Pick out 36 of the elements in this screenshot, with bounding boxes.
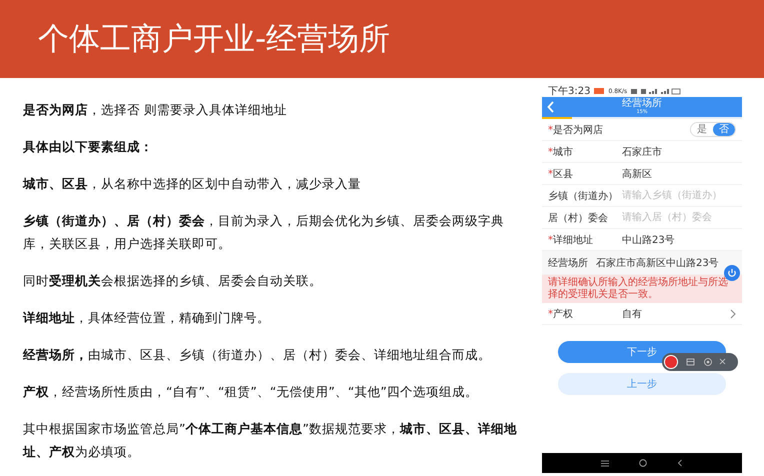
chevron-right-icon <box>730 308 736 318</box>
back-button[interactable]: 上一步 <box>558 373 726 395</box>
field-label: *详细地址 <box>548 234 594 246</box>
field-label: 居（村）委会 <box>548 212 609 224</box>
paragraph: 是否为网店，选择否 则需要录入具体详细地址 <box>23 101 288 119</box>
field-value: 中山路23号 <box>622 234 676 246</box>
paragraph: 详细地址，具体经营位置，精确到门牌号。 <box>23 309 271 327</box>
paragraph: 其中根据国家市场监管总局”个体工商户基本信息”数据规范要求，城市、区县、详细地址、产权为必填项。 <box>23 420 518 461</box>
slide-title: 个体工商户开业-经营场所 <box>38 20 390 59</box>
signal-icons <box>631 88 682 94</box>
paragraph: 城市、区县，从名称中选择的区划中自动带入，减少录入量 <box>23 175 362 193</box>
input-field[interactable]: 请输入乡镇（街道办） <box>622 190 736 201</box>
paragraph: 同时受理机关会根据选择的乡镇、居委会自动关联。 <box>23 272 323 290</box>
recording-toolbar[interactable] <box>662 353 738 371</box>
warning-message: 请详细确认所输入的经营场所地址与所选择的受理机关是否一致。 <box>542 275 742 303</box>
paragraph: 经营场所，由城市、区县、乡镇（街道办）、居（村）委会、详细地址组合而成。 <box>23 346 492 364</box>
field-label: 经营场所 <box>548 256 588 270</box>
home-icon[interactable] <box>639 459 647 467</box>
field-value: 石家庄市 <box>622 146 663 158</box>
screen-title: 经营场所 <box>622 99 662 109</box>
toggle-option[interactable]: 否 <box>713 123 735 136</box>
field-label: *区县 <box>548 168 574 180</box>
field-label: *城市 <box>548 146 574 158</box>
notification-icon <box>594 88 604 94</box>
paragraph: 具体由以下要素组成： <box>23 138 154 156</box>
field-label: 乡镇（街道办） <box>548 190 618 202</box>
paragraph: 乡镇（街道办）、居（村）委会，目前为录入，后期会优化为乡镇、居委会两级字典库，关联区县，用户选择关联即可。 <box>23 212 505 253</box>
field-label: *产权 <box>548 308 574 320</box>
field-value: 高新区 <box>622 168 653 180</box>
field-value: 石家庄市高新区中山路23号 <box>596 256 719 270</box>
status-time: 下午3:23 <box>548 85 590 98</box>
paragraph: 产权，经营场所性质由，“自有”、“租赁”、“无偿使用”、“其他”四个选项组成。 <box>23 383 479 401</box>
field-label: *是否为网店 <box>548 124 604 136</box>
field-value[interactable]: 自有 <box>622 306 726 320</box>
menu-icon[interactable] <box>601 460 609 466</box>
back-icon[interactable] <box>677 459 683 467</box>
